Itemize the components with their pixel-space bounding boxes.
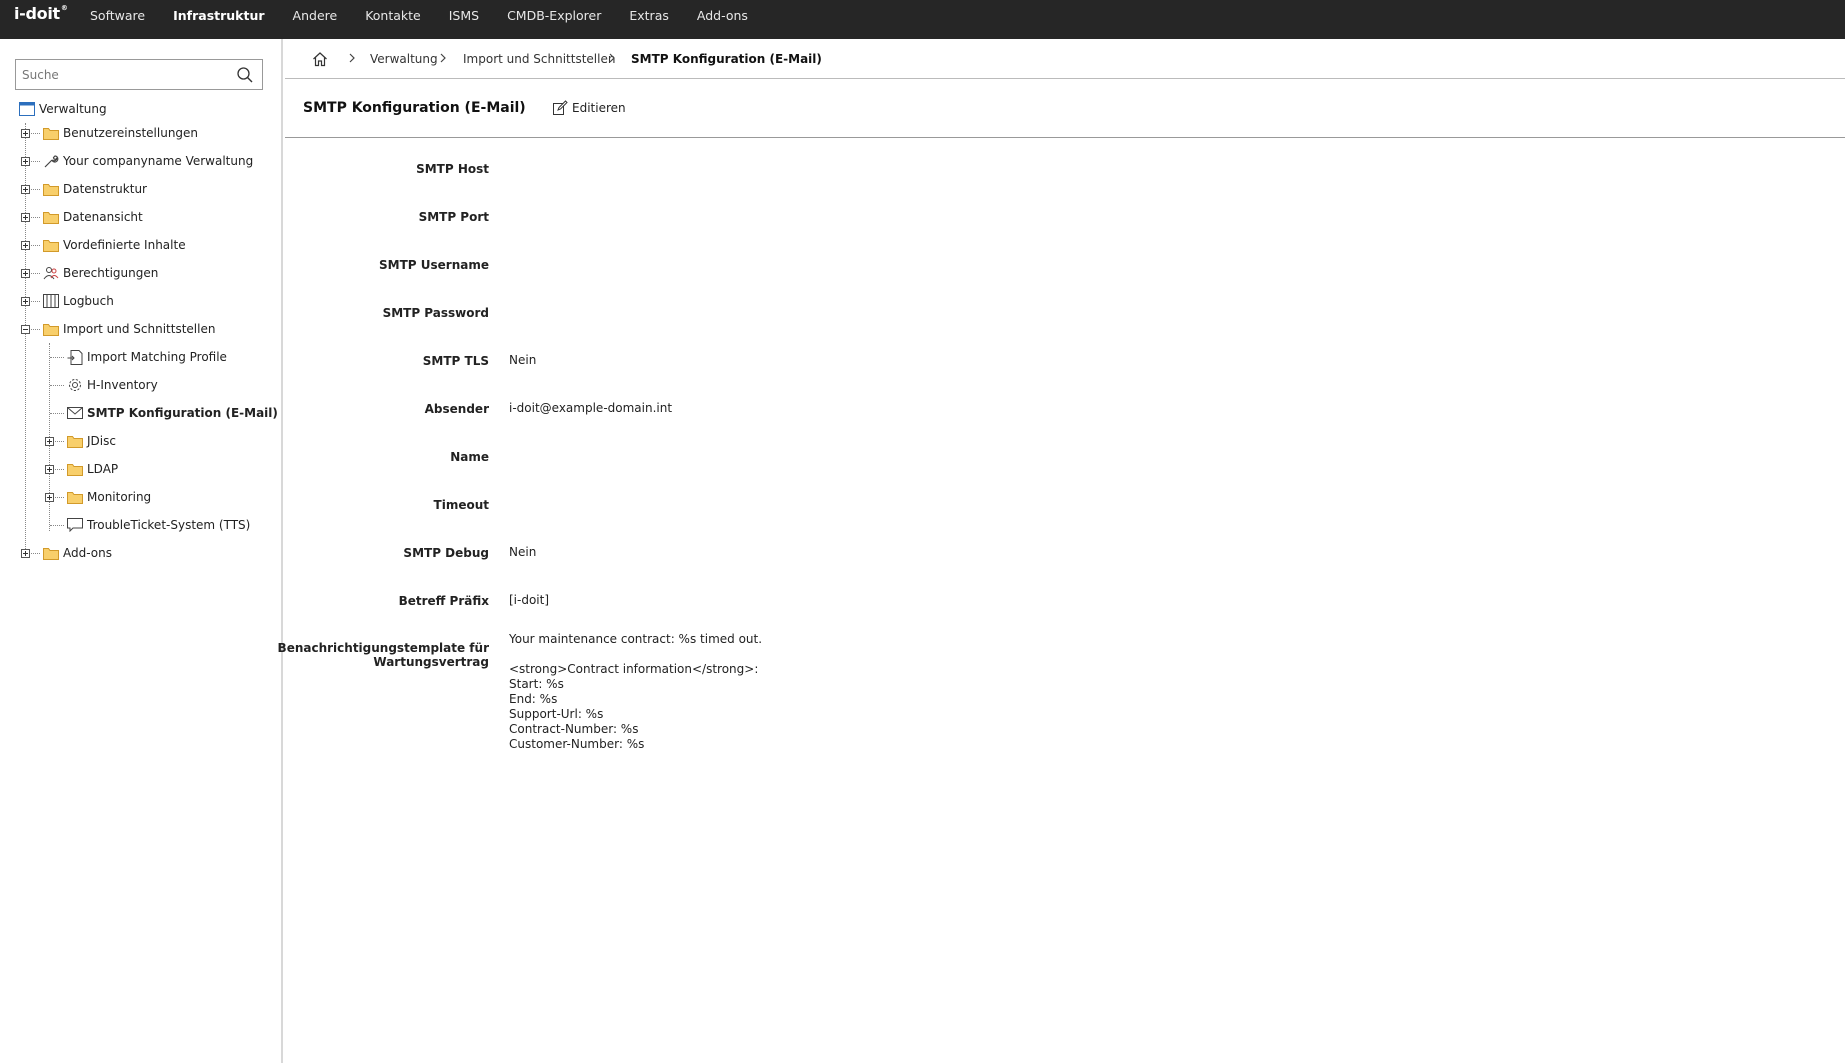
expand-toggle[interactable] xyxy=(21,269,30,278)
label-smtp-debug: SMTP Debug xyxy=(403,546,489,560)
breadcrumb-item-import[interactable]: Import und Schnittstellen xyxy=(463,52,615,66)
edit-button[interactable]: Editieren xyxy=(552,100,626,116)
top-navbar: i-doit® Software Infrastruktur Andere Ko… xyxy=(0,0,1845,39)
app-logo[interactable]: i-doit® xyxy=(14,4,68,23)
breadcrumb: Verwaltung Import und Schnittstellen SMT… xyxy=(285,39,1845,79)
search-input[interactable] xyxy=(16,60,226,89)
breadcrumb-item-verwaltung[interactable]: Verwaltung xyxy=(370,52,438,66)
page-title: SMTP Konfiguration (E-Mail) xyxy=(303,100,526,116)
folder-icon xyxy=(43,126,59,140)
folder-icon xyxy=(67,434,83,448)
tree-item-monitoring[interactable]: Monitoring xyxy=(67,487,151,507)
nav-item-isms[interactable]: ISMS xyxy=(435,0,493,32)
label-timeout: Timeout xyxy=(433,498,489,512)
tree-item-jdisc[interactable]: JDisc xyxy=(67,431,116,451)
value-absender: i-doit@example-domain.int xyxy=(509,401,673,415)
expand-toggle[interactable] xyxy=(45,437,54,446)
expand-toggle[interactable] xyxy=(21,213,30,222)
folder-icon xyxy=(43,546,59,560)
book-icon xyxy=(43,294,59,308)
folder-icon xyxy=(43,322,59,336)
value-smtp-debug: Nein xyxy=(509,545,537,559)
label-smtp-host: SMTP Host xyxy=(416,162,489,176)
nav-item-add-ons[interactable]: Add-ons xyxy=(683,0,762,32)
tree-item-h-inventory[interactable]: H-Inventory xyxy=(67,375,158,395)
tree-item-berechtigungen[interactable]: Berechtigungen xyxy=(43,263,158,283)
expand-toggle[interactable] xyxy=(21,129,30,138)
label-betreff-praefix: Betreff Präfix xyxy=(398,594,489,608)
folder-icon xyxy=(43,182,59,196)
expand-toggle[interactable] xyxy=(21,297,30,306)
label-name: Name xyxy=(450,450,489,464)
folder-icon xyxy=(43,210,59,224)
nav-item-kontakte[interactable]: Kontakte xyxy=(351,0,435,32)
file-import-icon xyxy=(67,349,83,365)
label-smtp-port: SMTP Port xyxy=(418,210,489,224)
tree-item-verwaltung[interactable]: Verwaltung xyxy=(19,99,107,119)
main-nav: Software Infrastruktur Andere Kontakte I… xyxy=(76,0,762,32)
tree-item-benutzereinstellungen[interactable]: Benutzereinstellungen xyxy=(43,123,198,143)
chevron-right-icon xyxy=(609,53,615,63)
expand-toggle[interactable] xyxy=(45,493,54,502)
breadcrumb-current: SMTP Konfiguration (E-Mail) xyxy=(631,52,822,66)
users-icon xyxy=(43,266,59,280)
chevron-right-icon xyxy=(349,53,355,63)
mail-icon xyxy=(67,406,83,420)
expand-toggle[interactable] xyxy=(21,549,30,558)
label-smtp-username: SMTP Username xyxy=(379,258,489,272)
page-header: SMTP Konfiguration (E-Mail) Editieren xyxy=(285,80,1845,138)
label-smtp-tls: SMTP TLS xyxy=(422,354,489,368)
search-box xyxy=(15,59,263,90)
value-betreff-praefix: [i-doit] xyxy=(509,593,550,607)
tree-item-ldap[interactable]: LDAP xyxy=(67,459,118,479)
window-icon xyxy=(19,102,35,116)
expand-toggle[interactable] xyxy=(21,157,30,166)
nav-item-extras[interactable]: Extras xyxy=(615,0,683,32)
collapse-toggle[interactable] xyxy=(21,325,30,334)
nav-item-cmdb-explorer[interactable]: CMDB-Explorer xyxy=(493,0,615,32)
label-absender: Absender xyxy=(424,402,489,416)
tree-item-add-ons[interactable]: Add-ons xyxy=(43,543,112,563)
tree-item-datenansicht[interactable]: Datenansicht xyxy=(43,207,143,227)
tree-item-import-matching-profile[interactable]: Import Matching Profile xyxy=(67,347,227,367)
expand-toggle[interactable] xyxy=(45,465,54,474)
nav-item-infrastruktur[interactable]: Infrastruktur xyxy=(159,0,278,32)
edit-button-label: Editieren xyxy=(572,101,626,115)
label-smtp-password: SMTP Password xyxy=(382,306,489,320)
search-icon[interactable] xyxy=(236,66,254,84)
label-notification-template: Benachrichtigungstemplate für Wartungsve… xyxy=(277,641,489,669)
chevron-right-icon xyxy=(440,53,446,63)
tree-item-import-und-schnittstellen[interactable]: Import und Schnittstellen xyxy=(43,319,215,339)
tree-item-vordefinierte-inhalte[interactable]: Vordefinierte Inhalte xyxy=(43,235,186,255)
expand-toggle[interactable] xyxy=(21,185,30,194)
tree-item-companyname-verwaltung[interactable]: Your companyname Verwaltung xyxy=(43,151,253,171)
gear-icon xyxy=(67,378,83,392)
expand-toggle[interactable] xyxy=(21,241,30,250)
nav-item-andere[interactable]: Andere xyxy=(279,0,352,32)
tree-item-smtp-konfiguration[interactable]: SMTP Konfiguration (E-Mail) xyxy=(67,403,278,423)
nav-item-software[interactable]: Software xyxy=(76,0,159,32)
value-smtp-tls: Nein xyxy=(509,353,537,367)
sidebar: Verwaltung Benutzereinstellungen Your co… xyxy=(0,39,283,1063)
wrench-icon xyxy=(43,154,59,168)
folder-icon xyxy=(43,238,59,252)
value-notification-template: Your maintenance contract: %s timed out.… xyxy=(509,632,763,751)
folder-icon xyxy=(67,490,83,504)
tree-item-datenstruktur[interactable]: Datenstruktur xyxy=(43,179,147,199)
chat-icon xyxy=(67,518,83,532)
home-icon[interactable] xyxy=(312,51,328,67)
folder-icon xyxy=(67,462,83,476)
tree-item-troubleticket-system[interactable]: TroubleTicket-System (TTS) xyxy=(67,515,250,535)
edit-icon xyxy=(553,100,568,115)
tree-item-logbuch[interactable]: Logbuch xyxy=(43,291,114,311)
